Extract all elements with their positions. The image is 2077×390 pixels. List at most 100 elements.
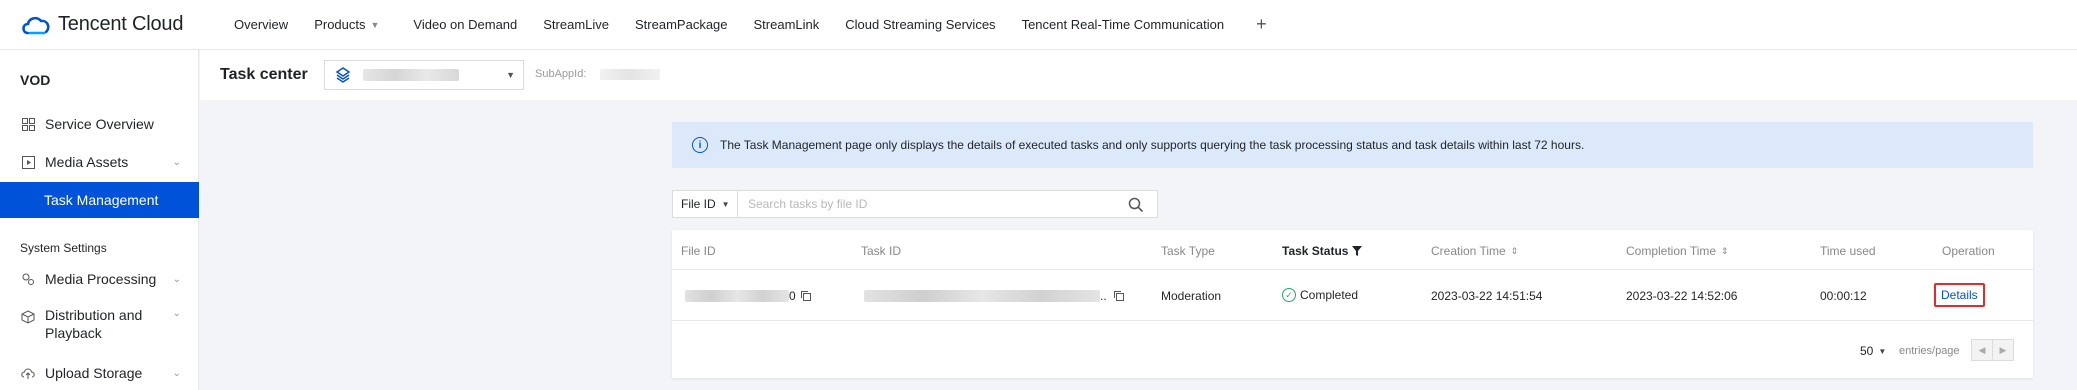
redacted-file-id — [685, 290, 789, 302]
top-navigation: Tencent Cloud Overview Products ▼ Video o… — [0, 0, 2077, 50]
page-size-select[interactable]: 50 ▼ — [1860, 344, 1886, 358]
nav-cloud-streaming-services[interactable]: Cloud Streaming Services — [845, 17, 995, 32]
next-page-button[interactable]: ▶ — [1992, 339, 2014, 361]
cell-task-status: ✓ Completed — [1282, 288, 1358, 302]
column-header-creation-time[interactable]: Creation Time ⇕ — [1431, 244, 1518, 258]
sidebar: VOD Service Overview Media Assets ⌄ Task… — [0, 50, 199, 390]
caret-down-icon: ▼ — [1878, 346, 1887, 356]
caret-down-icon: ▼ — [721, 199, 730, 209]
chevron-down-icon: ⌄ — [172, 367, 181, 379]
redacted-task-id — [864, 290, 1100, 302]
column-header-label: Creation Time — [1431, 244, 1506, 258]
sidebar-item-label: Task Management — [44, 192, 159, 208]
nav-tencent-rtc[interactable]: Tencent Real-Time Communication — [1022, 17, 1225, 32]
nav-label: Cloud Streaming Services — [845, 17, 996, 32]
column-header-label: Task Status — [1282, 244, 1349, 258]
cell-task-id: .. — [864, 289, 1125, 303]
nav-label: Tencent Real-Time Communication — [1021, 17, 1225, 32]
chevron-down-icon: ⌄ — [172, 273, 181, 285]
cell-file-id: 0 — [685, 289, 812, 303]
sidebar-item-label: Media Assets — [45, 154, 129, 170]
subappid-label: SubAppId: — [535, 68, 587, 80]
sidebar-item-media-assets[interactable]: Media Assets ⌄ — [0, 144, 199, 180]
page-size-label: entries/page — [1899, 345, 1960, 357]
cell-creation-time: 2023-03-22 14:51:54 — [1431, 289, 1543, 303]
cloud-logo-icon — [22, 16, 50, 34]
copy-icon[interactable] — [1113, 290, 1125, 302]
nav-video-on-demand[interactable]: Video on Demand — [413, 17, 517, 32]
file-id-suffix: 0 — [789, 289, 796, 303]
nav-label: Video on Demand — [413, 17, 518, 32]
caret-down-icon: ▼ — [370, 19, 380, 30]
add-shortcut-icon[interactable]: + — [1256, 14, 1267, 35]
nav-products[interactable]: Products ▼ — [314, 17, 379, 32]
sidebar-item-task-management[interactable]: Task Management — [0, 182, 199, 218]
sidebar-item-label: Media Processing — [45, 271, 157, 287]
page-title: Task center — [220, 66, 308, 83]
details-link[interactable]: Details — [1934, 283, 1985, 307]
redacted-app-name — [363, 69, 459, 81]
sidebar-item-upload-storage[interactable]: Upload Storage ⌄ — [0, 355, 199, 390]
sort-icon[interactable]: ⇕ — [1721, 246, 1729, 257]
redacted-subappid — [600, 69, 660, 80]
column-header-task-type: Task Type — [1161, 244, 1215, 258]
search-field-select[interactable]: File ID ▼ — [672, 190, 738, 218]
sidebar-item-distribution-playback[interactable]: Distribution and Playback ⌄ — [0, 306, 199, 350]
nav-streamlink[interactable]: StreamLink — [754, 17, 820, 32]
caret-right-icon: ▶ — [1999, 344, 2007, 355]
caret-down-icon: ▼ — [506, 70, 515, 80]
gears-icon — [21, 272, 35, 286]
search-icon[interactable] — [1128, 197, 1143, 212]
nav-streampackage[interactable]: StreamPackage — [635, 17, 728, 32]
nav-label: Products — [314, 17, 366, 32]
nav-overview[interactable]: Overview — [234, 17, 288, 32]
copy-icon[interactable] — [800, 290, 812, 302]
task-id-suffix: .. — [1100, 289, 1107, 303]
status-text: Completed — [1300, 288, 1359, 302]
filter-icon[interactable] — [1352, 246, 1363, 256]
nav-label: Overview — [234, 17, 289, 32]
play-square-icon — [21, 155, 35, 169]
tencent-cloud-logo[interactable]: Tencent Cloud — [20, 13, 198, 37]
cell-completion-time: 2023-03-22 14:52:06 — [1626, 289, 1738, 303]
sidebar-item-media-processing[interactable]: Media Processing ⌄ — [0, 261, 199, 297]
sidebar-item-label: Upload Storage — [45, 365, 143, 381]
cell-operation: Details — [1934, 283, 1985, 307]
table-row: 0 .. Moderation ✓ Completed 2023-03-22 1… — [672, 271, 2033, 321]
nav-label: StreamLink — [753, 17, 820, 32]
info-banner-text: The Task Management page only displays t… — [720, 138, 1585, 152]
sidebar-section-label: System Settings — [20, 241, 107, 255]
column-header-task-id: Task ID — [861, 244, 902, 258]
layers-icon — [335, 67, 351, 83]
nav-label: StreamPackage — [635, 17, 728, 32]
info-banner: i The Task Management page only displays… — [672, 122, 2033, 168]
search-input[interactable] — [748, 196, 1108, 212]
cell-task-type: Moderation — [1161, 289, 1222, 303]
sidebar-item-service-overview[interactable]: Service Overview — [0, 106, 199, 142]
column-header-completion-time[interactable]: Completion Time ⇕ — [1626, 244, 1729, 258]
caret-left-icon: ◀ — [1978, 344, 1986, 355]
cell-time-used: 00:00:12 — [1820, 289, 1867, 303]
prev-page-button[interactable]: ◀ — [1971, 339, 1993, 361]
chevron-down-icon: ⌄ — [172, 308, 181, 319]
sort-icon[interactable]: ⇕ — [1511, 246, 1519, 257]
column-header-label: Completion Time — [1626, 244, 1717, 258]
column-header-file-id: File ID — [681, 244, 716, 258]
pagination: 50 ▼ entries/page ◀ ▶ — [672, 322, 2033, 378]
column-header-task-status[interactable]: Task Status — [1282, 244, 1363, 258]
upload-cloud-icon — [21, 366, 35, 380]
chevron-down-icon: ⌄ — [172, 156, 181, 168]
sidebar-item-label: Distribution and Playback — [45, 307, 143, 341]
sidebar-title: VOD — [20, 72, 51, 88]
page-size-value: 50 — [1860, 344, 1874, 358]
column-header-operation: Operation — [1942, 244, 1995, 258]
check-circle-icon: ✓ — [1282, 288, 1296, 302]
column-header-time-used: Time used — [1820, 244, 1876, 258]
application-select[interactable]: ▼ — [324, 60, 524, 90]
nav-label: StreamLive — [543, 17, 610, 32]
search-field-label: File ID — [681, 197, 716, 211]
search-box[interactable] — [737, 190, 1158, 218]
nav-streamlive[interactable]: StreamLive — [543, 17, 609, 32]
table-header: File ID Task ID Task Type Task Status Cr… — [672, 230, 2033, 270]
grid-icon — [21, 117, 35, 131]
